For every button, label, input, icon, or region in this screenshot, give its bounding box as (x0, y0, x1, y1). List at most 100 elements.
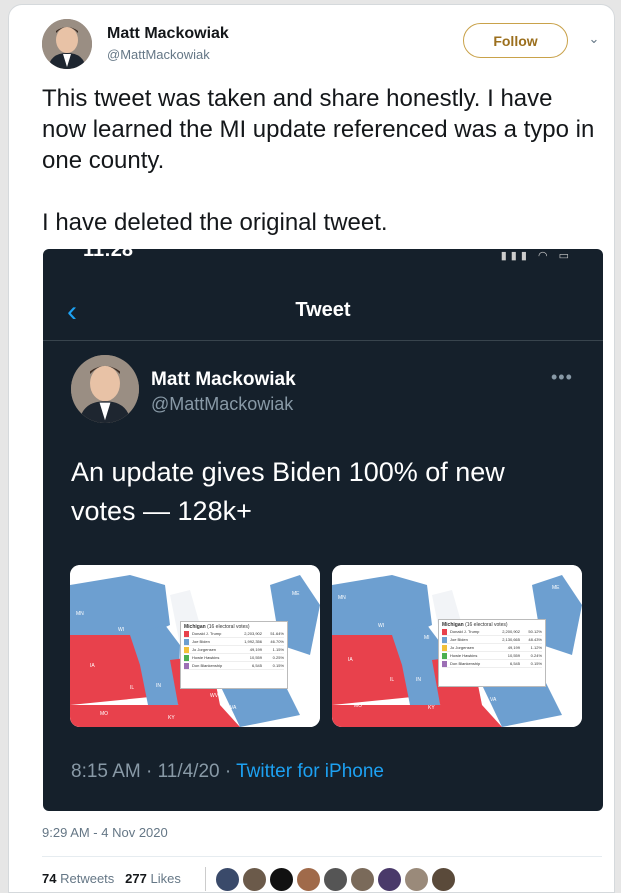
map-after: MN WI MI IA IL IN MO KY VA ME Michigan (… (332, 565, 582, 727)
candidate-name: Jo Jorgensen (192, 647, 217, 652)
candidate-pct: 0.15% (272, 663, 284, 668)
candidate-pct: 46.70% (270, 639, 284, 644)
candidate-pct: 51.64% (270, 631, 284, 636)
popup-row: Don Blankenship 6,545 0.15% (442, 660, 542, 668)
screenshot-avatar (71, 355, 139, 423)
candidate-votes: 1,992,356 (244, 639, 262, 644)
retweets-label[interactable]: Retweets (60, 871, 114, 886)
liker-avatar[interactable] (404, 867, 429, 892)
candidate-votes: 49,199 (249, 647, 262, 652)
popup-row: Donald J. Trump 2,203,902 51.64% (184, 630, 284, 638)
popup-subtitle: (16 electoral votes) (207, 624, 250, 630)
liker-avatar[interactable] (323, 867, 348, 892)
likes-label[interactable]: Likes (150, 871, 180, 886)
status-time: 11:28 (83, 249, 134, 261)
candidate-pct: 1.12% (530, 645, 542, 650)
candidate-votes: 6,545 (509, 661, 520, 666)
screenshot-header: ‹ Tweet (43, 291, 603, 341)
candidate-pct: 48.43% (528, 637, 542, 642)
map-label-ia: IA (348, 657, 353, 663)
candidate-votes: 2,203,902 (244, 631, 262, 636)
popup-row: Don Blankenship 6,545 0.15% (184, 662, 284, 670)
screenshot-source: Twitter for iPhone (236, 761, 384, 782)
map-label-ky: KY (428, 705, 435, 711)
map-label-il: IL (130, 685, 135, 691)
screenshot-timestamp: 8:15 AM · 11/4/20 · Twitter for iPhone (71, 761, 384, 783)
liker-avatar[interactable] (377, 867, 402, 892)
candidate-name: Joe Biden (450, 637, 468, 642)
liker-avatar[interactable] (296, 867, 321, 892)
map-before: MN WI IA IL IN MO KY WV VA ME Michigan (… (70, 565, 320, 727)
popup-title: Michigan (184, 624, 206, 630)
embedded-screenshot[interactable]: 11:28 ▮▮▮ ◠ ▭ ‹ Tweet Matt Mackowiak @Ma… (43, 249, 603, 811)
candidate-pct: 1.15% (272, 647, 284, 652)
candidate-votes: 10,559 (507, 653, 520, 658)
candidate-votes: 2,130,665 (502, 637, 520, 642)
map-label-mo: MO (100, 711, 109, 717)
status-bar: 11:28 ▮▮▮ ◠ ▭ (43, 249, 603, 265)
screenshot-author-name: Matt Mackowiak (151, 369, 296, 390)
chevron-down-icon[interactable]: ⌄ (585, 31, 603, 49)
candidate-votes: 6,545 (251, 663, 262, 668)
tweet-card: Matt Mackowiak @MattMackowiak Follow ⌄ T… (8, 4, 615, 893)
screenshot-tweet-text: An update gives Biden 100% of new votes … (71, 457, 505, 526)
map-label-mn: MN (338, 595, 346, 601)
candidate-votes: 10,559 (249, 655, 262, 660)
liker-avatar[interactable] (350, 867, 375, 892)
candidate-name: Don Blankenship (192, 663, 223, 668)
candidate-name: Don Blankenship (450, 661, 481, 666)
screenshot-header-title: Tweet (295, 299, 351, 321)
map-label-mo: MO (354, 703, 363, 709)
likes-count[interactable]: 277 (125, 871, 147, 886)
author-name[interactable]: Matt Mackowiak (107, 25, 229, 43)
candidate-pct: 0.15% (530, 661, 542, 666)
map-label-mn: MN (76, 611, 84, 617)
map-label-va: VA (230, 705, 237, 711)
popup-row: Howie Hawkins 10,559 0.24% (442, 652, 542, 660)
map-label-in: IN (156, 683, 161, 689)
liker-avatar[interactable] (431, 867, 456, 892)
candidate-name: Howie Hawkins (450, 653, 478, 658)
more-dots-icon: ••• (551, 367, 573, 387)
liker-avatar[interactable] (242, 867, 267, 892)
tweet-text: This tweet was taken and share honestly.… (42, 85, 595, 236)
map-label-il: IL (390, 677, 395, 683)
popup-row: Jo Jorgensen 49,199 1.15% (184, 646, 284, 654)
candidate-name: Howie Hawkins (192, 655, 220, 660)
avatar-image (42, 19, 92, 69)
candidate-name: Donald J. Trump (450, 629, 480, 634)
divider (42, 856, 602, 857)
popup-row: Joe Biden 1,992,356 46.70% (184, 638, 284, 646)
map-label-mi: MI (424, 635, 430, 641)
map-label-me: ME (552, 585, 560, 591)
tweet-timestamp[interactable]: 9:29 AM - 4 Nov 2020 (42, 825, 168, 840)
candidate-name: Donald J. Trump (192, 631, 222, 636)
map-label-ky: KY (168, 715, 175, 721)
map-label-va: VA (490, 697, 497, 703)
popup-row: Donald J. Trump 2,200,902 50.12% (442, 628, 542, 636)
map-label-me: ME (292, 591, 300, 597)
liker-avatar[interactable] (215, 867, 240, 892)
follow-button[interactable]: Follow (463, 23, 568, 58)
retweets-count[interactable]: 74 (42, 871, 56, 886)
liker-avatar[interactable] (269, 867, 294, 892)
tweet-stats: 74 Retweets 277 Likes (42, 871, 181, 886)
stats-separator (205, 867, 206, 891)
screenshot-time-text: 8:15 AM · 11/4/20 · (71, 761, 237, 782)
candidate-name: Jo Jorgensen (450, 645, 475, 650)
popup-row: Joe Biden 2,130,665 48.43% (442, 636, 542, 644)
popup-row: Howie Hawkins 10,559 0.25% (184, 654, 284, 662)
author-handle[interactable]: @MattMackowiak (107, 47, 210, 62)
map-label-ia: IA (90, 663, 95, 669)
candidate-pct: 50.12% (528, 629, 542, 634)
popup-title: Michigan (442, 622, 464, 628)
screenshot-author-handle: @MattMackowiak (151, 394, 294, 414)
likers-avatars (215, 867, 456, 892)
candidate-votes: 49,199 (507, 645, 520, 650)
avatar[interactable] (42, 19, 92, 69)
candidate-pct: 0.24% (530, 653, 542, 658)
popup-subtitle: (16 electoral votes) (465, 622, 508, 628)
screenshot-avatar-image (71, 355, 139, 423)
signal-wifi-battery-icon: ▮▮▮ ◠ ▭ (500, 250, 573, 262)
map-label-wi: WI (378, 623, 385, 629)
